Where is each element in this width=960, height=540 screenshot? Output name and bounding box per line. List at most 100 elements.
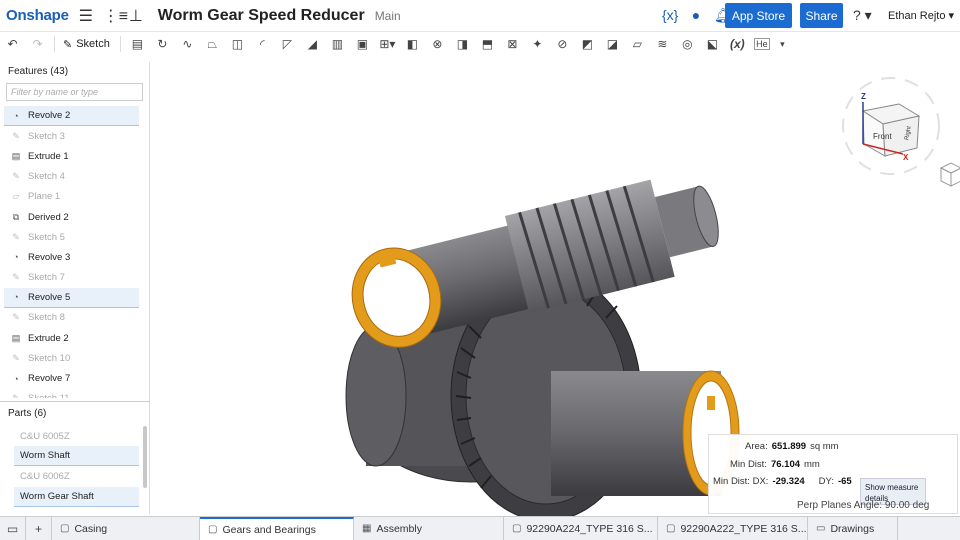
sketch-button[interactable]: ✎ Sketch xyxy=(63,38,110,51)
feature-filter-input[interactable]: Filter by name or type xyxy=(6,83,143,101)
feature-item[interactable]: ⧉ Derived 2 xyxy=(4,207,139,227)
extrude-icon[interactable]: ▤ xyxy=(125,37,150,51)
axis-x-label: X xyxy=(903,153,909,162)
document-title[interactable]: Worm Gear Speed Reducer xyxy=(158,7,365,25)
measure-min-dist: Min Dist: 76.104 mm xyxy=(730,459,820,470)
view-cube[interactable]: Front Right Z X xyxy=(842,77,940,175)
plane-icon: ▱ xyxy=(12,191,20,202)
tab-manager-icon[interactable]: ▭ xyxy=(0,516,26,540)
drawing-icon: ▭ xyxy=(816,523,826,534)
more-dropdown-icon[interactable]: ▾ xyxy=(770,39,795,50)
feature-item[interactable]: ✎ Sketch 4 xyxy=(4,167,139,187)
tab-bar: ▭ + ▢ Casing ▢ Gears and Bearings ▦ Assembly ▢… xyxy=(0,516,960,540)
chamfer-icon[interactable]: ◸ xyxy=(275,37,300,51)
feature-list: ◔ Revolve 2 ✎ Sketch 3 ▤ Extrude 1 ✎ Sketch 4 ▱ P… xyxy=(4,106,139,398)
mate-connector-icon[interactable]: ◎ xyxy=(675,37,700,51)
transform-icon[interactable]: ⬒ xyxy=(475,37,500,51)
feature-item[interactable]: ◔ Revolve 5 xyxy=(4,287,139,308)
variables-icon[interactable]: {x} xyxy=(662,7,678,24)
share-button[interactable]: Share xyxy=(800,3,843,28)
feature-item-label: Revolve 2 xyxy=(28,110,71,122)
replace-face-icon[interactable]: ◪ xyxy=(600,37,625,51)
add-tab-icon[interactable]: + xyxy=(26,516,52,540)
dy-value: -65 xyxy=(837,476,852,487)
onshape-logo[interactable]: Onshape xyxy=(6,7,69,24)
tab-1[interactable]: ▢ Casing xyxy=(52,516,200,540)
feature-item[interactable]: ▱ Plane 1 xyxy=(4,187,139,207)
hamburger-menu-icon[interactable]: ☰ xyxy=(78,6,94,26)
panel-divider[interactable] xyxy=(0,401,150,402)
toolbar-separator xyxy=(119,36,121,52)
area-unit: sq mm xyxy=(810,441,839,452)
feature-item[interactable]: ▤ Extrude 1 xyxy=(4,146,139,166)
feature-item-label: Extrude 1 xyxy=(28,150,69,162)
dx-value: -29.324 xyxy=(772,476,805,487)
undo-icon[interactable]: ↶ xyxy=(0,37,25,51)
feature-panel: Features (43) Filter by name or type ◔ Re… xyxy=(0,62,150,514)
boolean-icon[interactable]: ⊗ xyxy=(425,37,450,51)
feature-item-label: Revolve 3 xyxy=(28,251,71,263)
part-item[interactable]: C&U 6006Z xyxy=(14,466,139,486)
tab-2[interactable]: ▢ Gears and Bearings xyxy=(200,516,354,540)
feature-item[interactable]: ✎ Sketch 5 xyxy=(4,227,139,247)
feature-item[interactable]: ◔ Revolve 3 xyxy=(4,247,139,267)
tab-list: ▢ Casing ▢ Gears and Bearings ▦ Assembly ▢ 9229… xyxy=(52,516,898,540)
split-icon[interactable]: ◨ xyxy=(450,37,475,51)
comments-icon[interactable]: ● xyxy=(688,7,704,24)
feature-item-label: Sketch 5 xyxy=(28,231,65,243)
mirror-icon[interactable]: ◧ xyxy=(400,37,425,51)
shell-icon[interactable]: ▣ xyxy=(350,37,375,51)
revolve-icon[interactable]: ↻ xyxy=(150,37,175,51)
redo-icon[interactable]: ↷ xyxy=(25,37,50,51)
section-view-icon[interactable]: ⬕ xyxy=(700,37,725,51)
feature-item[interactable]: ◔ Revolve 2 xyxy=(4,106,139,127)
feature-item[interactable]: ✎ Sketch 3 xyxy=(4,126,139,146)
app-store-button[interactable]: App Store xyxy=(725,3,792,28)
delete-face-icon[interactable]: ⊘ xyxy=(550,37,575,51)
configurations-icon[interactable]: ⊥ xyxy=(128,6,144,26)
feature-item[interactable]: ✎ Sketch 8 xyxy=(4,308,139,328)
draft-icon[interactable]: ◢ xyxy=(300,37,325,51)
feature-item[interactable]: ◔ Revolve 7 xyxy=(4,368,139,388)
variable-icon[interactable]: (x) xyxy=(725,37,750,51)
part-item[interactable]: Worm Gear Shaft xyxy=(14,486,139,507)
view-options-icon[interactable] xyxy=(939,162,960,187)
tab-5[interactable]: ▢ 92290A222_TYPE 316 S... xyxy=(658,516,808,540)
parts-scrollbar[interactable] xyxy=(143,426,147,488)
thicken-icon[interactable]: ◫ xyxy=(225,37,250,51)
part-item[interactable]: C&U 6005Z xyxy=(14,426,139,446)
fillet-icon[interactable]: ◜ xyxy=(250,37,275,51)
feature-item-label: Revolve 7 xyxy=(28,373,71,385)
sketch-icon: ✎ xyxy=(12,312,20,323)
move-face-icon[interactable]: ◩ xyxy=(575,37,600,51)
tab-label: 92290A222_TYPE 316 S... xyxy=(680,522,807,535)
custom-feature-button[interactable]: He xyxy=(753,38,770,50)
tab-4[interactable]: ▢ 92290A224_TYPE 316 S... xyxy=(504,516,658,540)
help-menu[interactable]: ? ▾ xyxy=(853,7,872,24)
loft-icon[interactable]: ⏢ xyxy=(200,37,225,52)
feature-item[interactable]: ▤ Extrude 2 xyxy=(4,328,139,348)
modify-fillet-icon[interactable]: ✦ xyxy=(525,37,550,51)
perp-planes-angle: Perp Planes Angle: 90.00 deg xyxy=(797,500,930,511)
tab-label: Drawings xyxy=(830,522,875,535)
feature-item[interactable]: ✎ Sketch 10 xyxy=(4,348,139,368)
rib-icon[interactable]: ▥ xyxy=(325,37,350,51)
feature-item-label: Sketch 11 xyxy=(28,393,70,398)
min-dist-label: Min Dist: xyxy=(730,459,767,470)
tab-3[interactable]: ▦ Assembly xyxy=(354,516,504,540)
user-menu[interactable]: Ethan Rejto ▾ xyxy=(888,9,954,22)
sweep-icon[interactable]: ∿ xyxy=(175,37,200,51)
branch-name[interactable]: Main xyxy=(375,9,401,23)
sketch-icon: ✎ xyxy=(12,171,20,182)
part-item[interactable]: Worm Shaft xyxy=(14,446,139,467)
tab-6[interactable]: ▭ Drawings xyxy=(808,516,898,540)
sketch-icon: ✎ xyxy=(10,393,22,398)
helix-icon[interactable]: ≋ xyxy=(650,37,675,51)
feature-item[interactable]: ✎ Sketch 11 xyxy=(4,389,139,398)
pattern-icon[interactable]: ⊞▾ xyxy=(375,37,400,51)
delete-part-icon[interactable]: ⊠ xyxy=(500,37,525,51)
tab-label: 92290A224_TYPE 316 S... xyxy=(526,522,653,535)
plane-icon[interactable]: ▱ xyxy=(625,37,650,51)
feature-item[interactable]: ✎ Sketch 7 xyxy=(4,268,139,288)
feature-list-icon[interactable]: ⋮≡ xyxy=(103,6,128,26)
